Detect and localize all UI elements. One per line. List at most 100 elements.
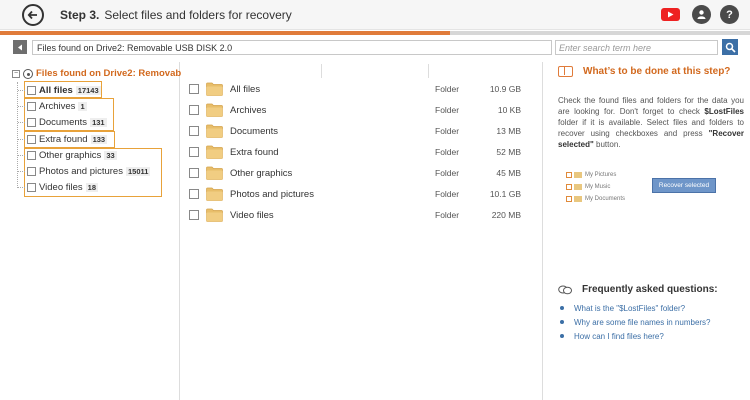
book-icon (558, 66, 573, 77)
search-button[interactable] (722, 39, 738, 55)
file-row[interactable]: Photos and pictures Folder 10.1 GB (181, 184, 541, 204)
tree-checkbox[interactable] (27, 182, 36, 192)
file-row[interactable]: Video files Folder 220 MB (181, 205, 541, 225)
file-name: Other graphics (230, 168, 293, 179)
tree-item-archives[interactable]: Archives 1 (18, 99, 87, 113)
step-label: Step 3. (60, 8, 100, 22)
faq-link-text: What is the "$LostFiles" folder? (574, 303, 686, 313)
tree-checkbox[interactable] (27, 166, 36, 176)
file-type: Folder (435, 84, 460, 94)
tree-item-label: Extra found (39, 133, 88, 145)
page-title: Step 3. Select files and folders for reco… (60, 8, 292, 22)
tree-item-documents[interactable]: Documents 131 (18, 115, 107, 129)
tree-item-count: 1 (78, 101, 87, 111)
tree-item-video-files[interactable]: Video files 18 (18, 180, 99, 194)
row-checkbox[interactable] (189, 126, 199, 136)
faq-link-text: How can I find files here? (574, 331, 664, 341)
help-text-part: button. (593, 140, 621, 149)
search-icon (725, 42, 736, 53)
tree-branch (18, 105, 25, 107)
checkbox-icon (566, 172, 572, 178)
tree-branch (18, 186, 25, 188)
chat-icon (558, 285, 572, 294)
tree-item-label: Video files (39, 181, 83, 193)
youtube-icon[interactable] (661, 8, 680, 21)
row-checkbox[interactable] (189, 84, 199, 94)
faq-link[interactable]: How can I find files here? (560, 330, 664, 342)
path-back-button[interactable] (13, 40, 27, 54)
file-type: Folder (435, 210, 460, 220)
file-name: All files (230, 84, 261, 95)
column-divider[interactable] (321, 64, 322, 78)
tree-item-label: All files (39, 84, 73, 96)
faq-heading: Frequently asked questions: (558, 284, 718, 295)
folder-icon (574, 172, 582, 178)
file-size: 52 MB (496, 147, 521, 157)
file-size: 10 KB (497, 105, 521, 115)
file-size: 10.1 GB (489, 189, 521, 199)
triangle-left-icon (18, 44, 22, 50)
tree-item-extra-found[interactable]: Extra found 133 (18, 132, 108, 146)
tree-branch (18, 170, 25, 172)
tree-branch (18, 89, 25, 91)
illustration-item-label: My Pictures (585, 172, 617, 178)
illustration-item: My Documents (566, 194, 625, 204)
tree-item-count: 133 (90, 134, 108, 144)
help-illustration: My Pictures My Music My Documents Recove… (562, 170, 732, 210)
back-button[interactable] (22, 4, 44, 26)
row-checkbox[interactable] (189, 189, 199, 199)
illustration-item: My Pictures (566, 170, 616, 180)
file-type: Folder (435, 189, 460, 199)
tree-checkbox[interactable] (27, 117, 36, 127)
folder-icon (206, 145, 223, 159)
bullet-icon (560, 306, 564, 310)
file-name: Extra found (230, 147, 279, 158)
file-type: Folder (435, 168, 460, 178)
faq-link[interactable]: Why are some file names in numbers? (560, 316, 711, 328)
tree-root-label: Files found on Drive2: Removable USB DIS… (36, 68, 181, 79)
file-type: Folder (435, 126, 460, 136)
path-field[interactable]: Files found on Drive2: Removable USB DIS… (32, 40, 552, 55)
tree-checkbox[interactable] (27, 134, 36, 144)
file-row[interactable]: Other graphics Folder 45 MB (181, 163, 541, 183)
user-button[interactable] (692, 5, 711, 24)
checkbox-icon (566, 184, 572, 190)
help-text: Check the found files and folders for th… (558, 95, 744, 150)
file-row[interactable]: Archives Folder 10 KB (181, 100, 541, 120)
row-checkbox[interactable] (189, 210, 199, 220)
file-row[interactable]: All files Folder 10.9 GB (181, 79, 541, 99)
tree-item-all-files[interactable]: All files 17143 (18, 83, 101, 97)
illustration-item: My Music (566, 182, 610, 192)
tree-item-other-graphics[interactable]: Other graphics 33 (18, 148, 117, 162)
tree-item-label: Documents (39, 116, 88, 128)
help-text-bold: $LostFiles (704, 107, 744, 116)
step-progress-bar (0, 31, 750, 35)
file-row[interactable]: Extra found Folder 52 MB (181, 142, 541, 162)
tree-root[interactable]: − Files found on Drive2: Removable USB D… (12, 67, 181, 80)
file-row[interactable]: Documents Folder 13 MB (181, 121, 541, 141)
folder-tree-panel: − Files found on Drive2: Removable USB D… (0, 62, 181, 400)
tree-checkbox[interactable] (27, 101, 36, 111)
tree-branch (18, 138, 25, 140)
row-checkbox[interactable] (189, 105, 199, 115)
tree-checkbox[interactable] (27, 150, 36, 160)
row-checkbox[interactable] (189, 168, 199, 178)
file-list-panel: All files Folder 10.9 GB Archives Folder… (181, 62, 543, 400)
row-checkbox[interactable] (189, 147, 199, 157)
folder-icon (206, 124, 223, 138)
tree-item-photos-and-pictures[interactable]: Photos and pictures 15011 (18, 164, 151, 178)
file-name: Documents (230, 126, 279, 137)
tree-checkbox[interactable] (27, 85, 36, 95)
folder-icon (206, 166, 223, 180)
header-bar: Step 3. Select files and folders for reco… (0, 0, 750, 30)
illustration-item-label: My Music (585, 184, 611, 190)
user-icon (697, 10, 706, 19)
checkbox-icon (566, 196, 572, 202)
tree-item-count: 18 (85, 182, 99, 192)
faq-link[interactable]: What is the "$LostFiles" folder? (560, 302, 685, 314)
help-button[interactable]: ? (720, 5, 739, 24)
search-input[interactable] (555, 40, 718, 55)
column-divider[interactable] (428, 64, 429, 78)
tree-item-label: Archives (39, 100, 76, 112)
collapse-icon[interactable]: − (12, 69, 20, 78)
